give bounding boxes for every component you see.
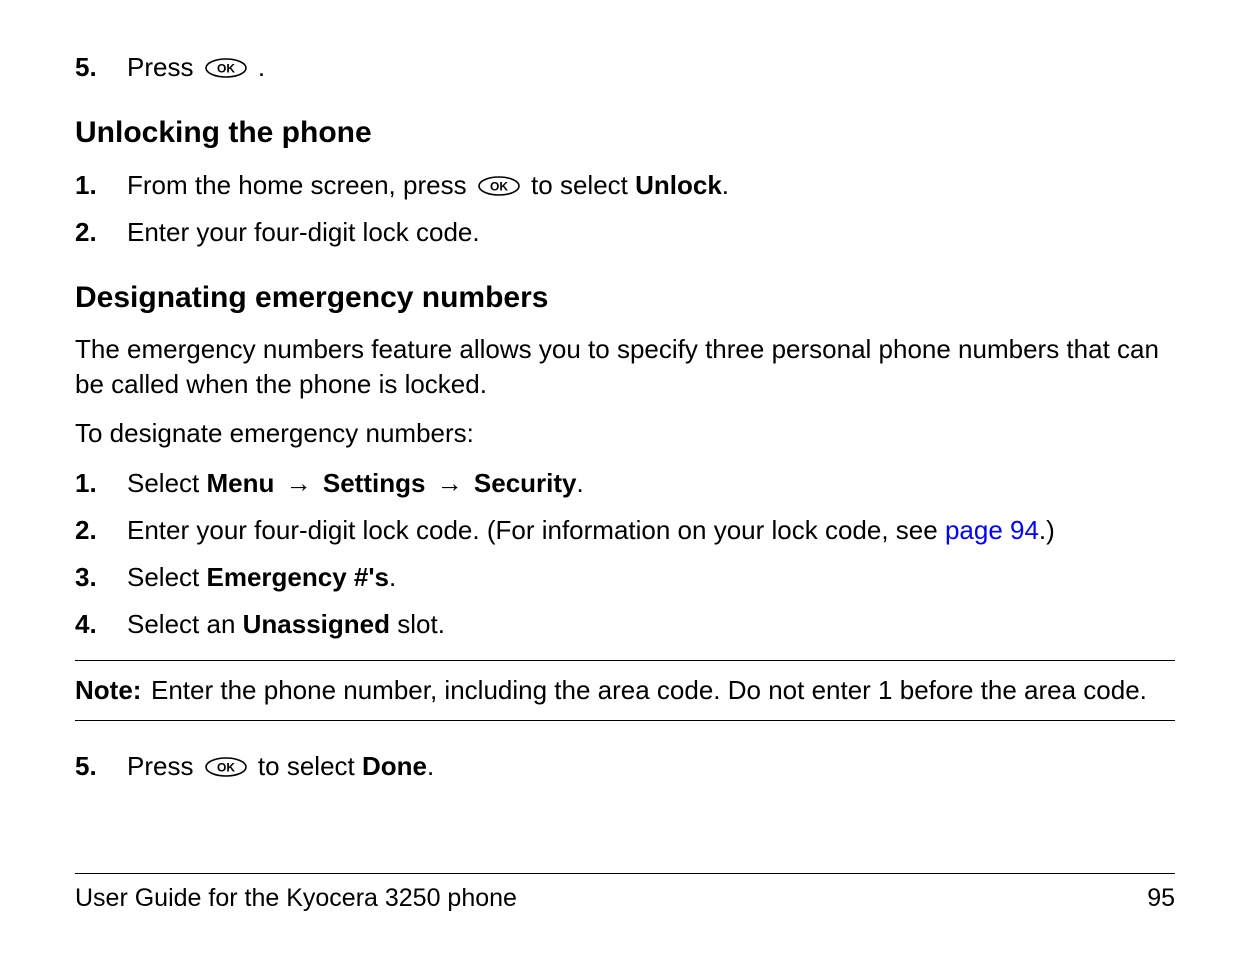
list-content: Select Menu → Settings → Security. (127, 466, 1175, 501)
note-label: Note: (75, 673, 151, 708)
text-suffix: . (258, 52, 265, 82)
svg-text:OK: OK (217, 62, 235, 76)
text-prefix: From the home screen, press (127, 170, 474, 200)
text-prefix: Select (127, 468, 207, 498)
note-body: Enter the phone number, including the ar… (151, 673, 1175, 708)
text-suffix: . (427, 751, 434, 781)
text-prefix: Select (127, 562, 207, 592)
page-footer: User Guide for the Kyocera 3250 phone 95 (75, 873, 1175, 916)
unlock-step-1: 1. From the home screen, press OK to sel… (75, 168, 1175, 203)
text-prefix: Press (127, 751, 201, 781)
list-content: Press OK to select Done. (127, 749, 1175, 784)
list-content: Select Emergency #'s. (127, 560, 1175, 595)
emergency-intro-2: To designate emergency numbers: (75, 416, 1175, 451)
text-prefix: Select an (127, 609, 243, 639)
bold-emergency-nums: Emergency #'s (207, 562, 390, 592)
list-number: 2. (75, 215, 127, 250)
ok-button-icon: OK (204, 57, 248, 79)
text-suffix: . (389, 562, 396, 592)
bold-unlock: Unlock (635, 170, 722, 200)
bold-unassigned: Unassigned (243, 609, 390, 639)
text-suffix: . (577, 468, 584, 498)
list-number: 3. (75, 560, 127, 595)
emergency-step-1: 1. Select Menu → Settings → Security. (75, 466, 1175, 501)
emergency-step-3: 3. Select Emergency #'s. (75, 560, 1175, 595)
bold-security: Security (474, 468, 577, 498)
bold-done: Done (362, 751, 427, 781)
text-middle: to select (531, 170, 635, 200)
link-page-94[interactable]: page 94 (945, 515, 1039, 545)
text-suffix: . (722, 170, 729, 200)
list-number: 5. (75, 749, 127, 784)
arrow-icon: → (437, 468, 463, 498)
list-number: 5. (75, 50, 127, 85)
text-prefix: Enter your four-digit lock code. (For in… (127, 515, 945, 545)
text-suffix: slot. (390, 609, 445, 639)
text-middle: to select (258, 751, 362, 781)
list-content: Enter your four-digit lock code. (127, 215, 1175, 250)
note-block: Note: Enter the phone number, including … (75, 660, 1175, 721)
text-prefix: Press (127, 52, 201, 82)
list-content: Press OK . (127, 50, 1175, 85)
text-suffix: .) (1039, 515, 1055, 545)
bold-settings: Settings (323, 468, 426, 498)
emergency-step-2: 2. Enter your four-digit lock code. (For… (75, 513, 1175, 548)
list-number: 2. (75, 513, 127, 548)
list-number: 4. (75, 607, 127, 642)
emergency-step-5: 5. Press OK to select Done. (75, 749, 1175, 784)
list-content: Enter your four-digit lock code. (For in… (127, 513, 1175, 548)
emergency-intro-1: The emergency numbers feature allows you… (75, 332, 1175, 402)
arrow-icon: → (286, 468, 312, 498)
heading-unlocking: Unlocking the phone (75, 113, 1175, 154)
list-content: From the home screen, press OK to select… (127, 168, 1175, 203)
unlock-step-2: 2. Enter your four-digit lock code. (75, 215, 1175, 250)
list-number: 1. (75, 168, 127, 203)
svg-text:OK: OK (490, 179, 508, 193)
ok-button-icon: OK (477, 175, 521, 197)
list-content: Select an Unassigned slot. (127, 607, 1175, 642)
emergency-step-4: 4. Select an Unassigned slot. (75, 607, 1175, 642)
footer-title: User Guide for the Kyocera 3250 phone (75, 882, 517, 916)
step-5-top: 5. Press OK . (75, 50, 1175, 85)
list-number: 1. (75, 466, 127, 501)
svg-text:OK: OK (217, 761, 235, 775)
bold-menu: Menu (207, 468, 275, 498)
page-number: 95 (1147, 882, 1175, 916)
ok-button-icon: OK (204, 756, 248, 778)
heading-emergency: Designating emergency numbers (75, 278, 1175, 319)
